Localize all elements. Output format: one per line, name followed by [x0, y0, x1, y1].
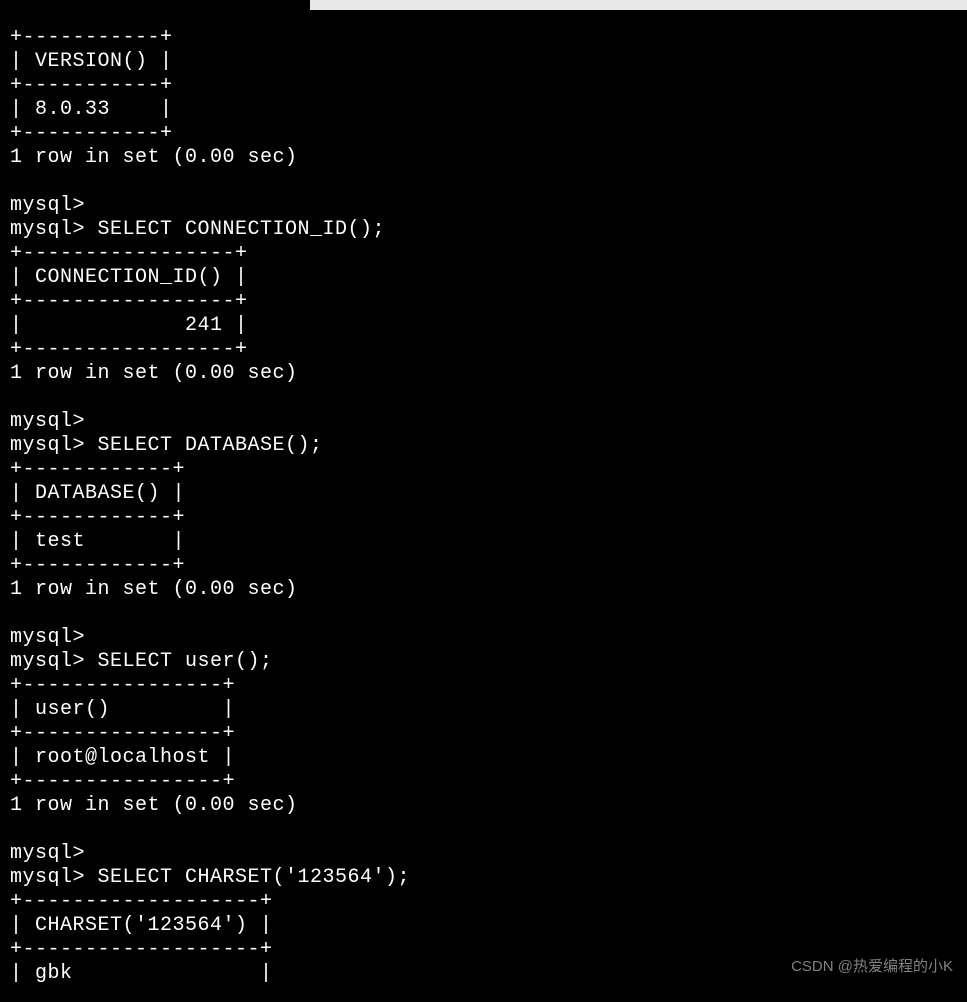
active-tab[interactable]	[0, 0, 310, 10]
watermark-text: CSDN @热爱编程的小K	[791, 955, 953, 976]
terminal-output[interactable]: +-----------+ | VERSION() | +-----------…	[0, 10, 967, 1002]
tab-bar	[0, 0, 967, 10]
